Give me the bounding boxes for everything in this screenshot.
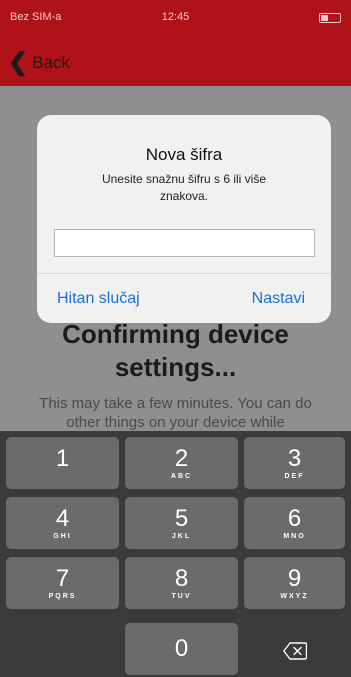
key-digit: 6 [287,505,302,532]
key-letters: MNO [283,533,306,540]
status-time: 12:45 [161,11,190,23]
key-digit: 8 [174,565,189,592]
battery-icon [319,13,341,23]
numeric-keypad: 1 2 ABC 3 DEF 4 GHI 5 JKL 6 MNO 7 PQRS 8… [0,431,351,677]
back-label: Back [32,53,70,72]
key-6[interactable]: 6 MNO [244,497,345,549]
key-4[interactable]: 4 GHI [6,497,119,549]
key-7[interactable]: 7 PQRS [6,557,119,609]
key-digit: 5 [174,505,189,532]
key-letters: TUV [171,593,192,600]
key-letters: DEF [284,473,305,480]
key-2[interactable]: 2 ABC [125,437,238,489]
key-1[interactable]: 1 [6,437,119,489]
key-0[interactable]: 0 [125,623,238,675]
back-button[interactable]: ❮ Back [8,48,70,78]
key-5[interactable]: 5 JKL [125,497,238,549]
key-digit: 9 [287,565,302,592]
alert-title: Nova šifra [145,145,223,164]
key-digit: 4 [55,505,70,532]
key-3[interactable]: 3 DEF [244,437,345,489]
key-letters: PQRS [48,593,77,600]
backspace-icon [282,642,307,660]
password-input[interactable] [54,229,315,257]
key-8[interactable]: 8 TUV [125,557,238,609]
key-letters: GHI [53,533,72,540]
continue-button[interactable]: Nastavi [252,274,305,323]
key-digit: 7 [55,565,70,592]
password-alert: Nova šifra Unesite snažnu šifru s 6 ili … [37,115,331,323]
page-title: Confirming device settings... [62,319,289,382]
key-letters: JKL [171,533,192,540]
delete-key[interactable] [238,625,351,677]
key-letters: ABC [170,473,193,480]
key-letters: WXYZ [280,593,309,600]
nav-bar: ❮ Back [0,40,351,86]
key-digit: 2 [174,445,189,472]
key-9[interactable]: 9 WXYZ [244,557,345,609]
key-digit: 0 [174,635,189,662]
page-description: This may take a few minutes. You can do … [39,395,312,431]
key-digit: 1 [55,445,70,472]
alert-message: Unesite snažnu šifru s 6 ili više znakov… [101,172,267,203]
chevron-left-icon: ❮ [8,49,29,76]
key-digit: 3 [287,445,302,472]
emergency-button[interactable]: Hitan slučaj [57,274,140,323]
status-bar: Bez SIM-a 12:45 [0,0,351,40]
